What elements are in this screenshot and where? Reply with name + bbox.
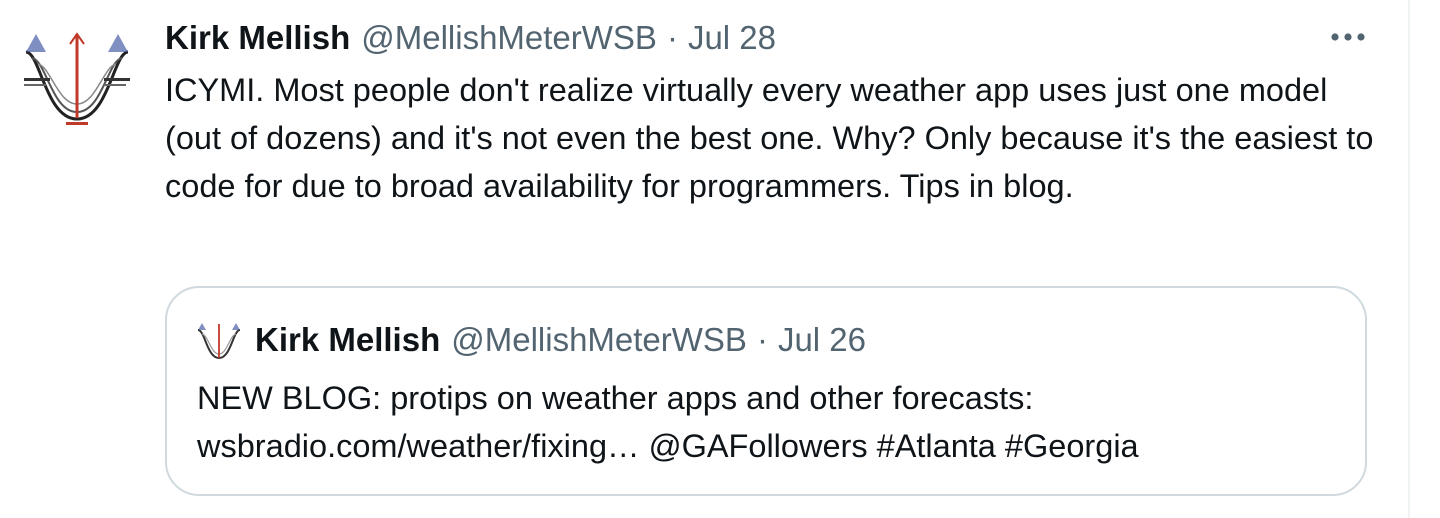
tweet[interactable]: Kirk Mellish @MellishMeterWSB · Jul 28 I… (0, 0, 1408, 518)
quoted-text-lead: NEW BLOG: protips on weather apps and ot… (197, 380, 1034, 416)
author-name[interactable]: Kirk Mellish (165, 19, 350, 57)
quoted-tweet[interactable]: Kirk Mellish @MellishMeterWSB · Jul 26 N… (165, 286, 1367, 496)
quoted-author-name[interactable]: Kirk Mellish (255, 321, 440, 359)
author-avatar[interactable] (18, 14, 136, 132)
quoted-tweet-header: Kirk Mellish @MellishMeterWSB · Jul 26 (255, 318, 866, 362)
tweet-date[interactable]: Jul 28 (688, 19, 776, 57)
quoted-header-separator: · (756, 321, 768, 358)
more-button[interactable] (1326, 22, 1370, 52)
mention-link[interactable]: @GAFollowers (649, 428, 868, 464)
quoted-tweet-text: NEW BLOG: protips on weather apps and ot… (197, 374, 1347, 470)
quoted-avatar-image (195, 316, 243, 364)
avatar-image (18, 14, 136, 132)
tweet-text: ICYMI. Most people don't realize virtual… (165, 72, 1374, 204)
more-horizontal-icon (1331, 33, 1365, 41)
timeline-border (1408, 0, 1410, 518)
quoted-author-handle[interactable]: @MellishMeterWSB (451, 321, 747, 359)
quoted-tweet-date[interactable]: Jul 26 (778, 321, 866, 359)
hashtag-atlanta[interactable]: #Atlanta (877, 428, 996, 464)
author-handle[interactable]: @MellishMeterWSB (361, 19, 657, 57)
header-separator: · (666, 19, 678, 56)
hashtag-georgia[interactable]: #Georgia (1005, 428, 1139, 464)
page: Kirk Mellish @MellishMeterWSB · Jul 28 I… (0, 0, 1440, 518)
tweet-header: Kirk Mellish @MellishMeterWSB · Jul 28 (165, 16, 776, 60)
blog-link[interactable]: wsbradio.com/weather/fixing… (197, 428, 640, 464)
quoted-author-avatar[interactable] (195, 316, 243, 364)
